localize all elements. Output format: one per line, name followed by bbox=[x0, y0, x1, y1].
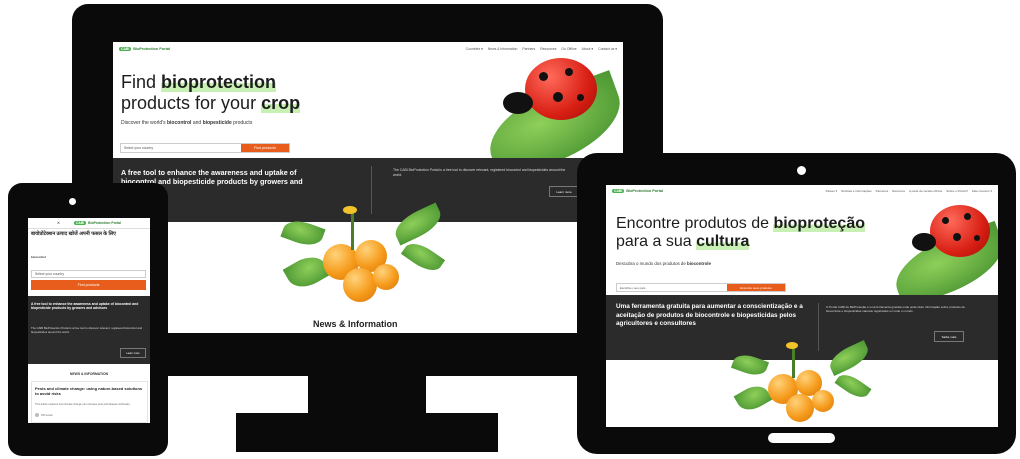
phone-navbar: ✕ CABI BioProtection Portal bbox=[28, 218, 150, 229]
desktop-tomato-plant-image bbox=[273, 202, 453, 317]
tablet-nav-about[interactable]: Sobre o Portal ▾ bbox=[946, 189, 968, 193]
desktop-band-text: The CABI BioProtection Portal is a free … bbox=[393, 168, 566, 177]
tablet-nav-countries[interactable]: Países ▾ bbox=[826, 189, 838, 193]
phone-find-products-button[interactable]: Find products bbox=[31, 280, 146, 290]
phone-learn-more-button[interactable]: Learn more bbox=[120, 348, 146, 358]
tablet-tomato-plant-image bbox=[728, 340, 878, 425]
phone-screen: ✕ CABI BioProtection Portal बायोप्रोटेक्… bbox=[28, 218, 150, 423]
tablet-navbar: CABI BioProtection Portal Países ▾ Notíci… bbox=[606, 185, 998, 197]
tablet-country-search: Escolha o seu país Encontre seus produto… bbox=[616, 283, 786, 292]
phone-band-title: A free tool to enhance the awareness and… bbox=[31, 302, 139, 311]
tablet-hero-title: Encontre produtos de bioproteção para a … bbox=[616, 215, 865, 251]
desktop-country-search: Select your country Find products bbox=[120, 143, 290, 153]
tablet-nav-partners[interactable]: Parceiros bbox=[876, 189, 889, 193]
desktop-ladybug-image bbox=[525, 58, 597, 120]
monitor-neck bbox=[308, 372, 426, 416]
tablet-band-title: Uma ferramenta gratuita para aumentar a … bbox=[616, 303, 803, 328]
phone-hero-subtitle: biocontrol bbox=[31, 255, 46, 259]
desktop-learn-more-button[interactable]: Learn more bbox=[549, 186, 579, 197]
monitor-stand bbox=[236, 413, 498, 452]
phone-news-text: This article explores how climate change… bbox=[35, 403, 131, 406]
phone-country-select[interactable]: Select your country bbox=[32, 271, 145, 277]
tablet-hero-subtitle: Descubra o mundo dos produtos de biocont… bbox=[616, 261, 711, 266]
tablet-nav-offline[interactable]: A parte de versão off-line bbox=[909, 189, 942, 193]
desktop-nav-partners[interactable]: Partners bbox=[522, 47, 535, 51]
desktop-ladybug-head bbox=[503, 92, 533, 114]
phone-country-search: Select your country bbox=[31, 270, 146, 278]
desktop-nav-news[interactable]: News & Information bbox=[488, 47, 518, 51]
phone-news-title[interactable]: Pests and climate change: using nature-b… bbox=[35, 386, 143, 396]
tablet-country-select[interactable]: Escolha o seu país bbox=[617, 284, 727, 291]
tablet-nav-resources[interactable]: Recursos bbox=[892, 189, 905, 193]
phone-feature-band: A free tool to enhance the awareness and… bbox=[28, 296, 150, 364]
desktop-find-products-button[interactable]: Find products bbox=[241, 144, 289, 152]
tablet-nav-news[interactable]: Notícias e informações bbox=[841, 189, 872, 193]
tablet-camera bbox=[797, 166, 806, 175]
tablet-screen: CABI BioProtection Portal Países ▾ Notíci… bbox=[606, 185, 998, 427]
desktop-nav-countries[interactable]: Countries ▾ bbox=[466, 47, 483, 51]
phone-logo-badge: CABI bbox=[73, 221, 87, 225]
desktop-country-select[interactable]: Select your country bbox=[121, 144, 241, 152]
tablet-find-products-button[interactable]: Encontre seus produtos bbox=[727, 284, 785, 291]
tablet-nav-contact[interactable]: Fale conosco ▾ bbox=[972, 189, 992, 193]
phone-close-icon[interactable]: ✕ bbox=[57, 221, 60, 225]
desktop-logo[interactable]: CABI BioProtection Portal bbox=[119, 47, 170, 51]
avatar bbox=[35, 413, 39, 417]
desktop-navbar: CABI BioProtection Portal Countries ▾ New… bbox=[113, 42, 623, 56]
desktop-hero-title: Find bioprotection products for your cro… bbox=[121, 72, 301, 113]
desktop-nav-offline[interactable]: Go Offline bbox=[561, 47, 576, 51]
desktop-nav-resources[interactable]: Resources bbox=[540, 47, 556, 51]
phone-band-text: The CABI BioProtection Portal is a free … bbox=[31, 326, 143, 334]
desktop-news-heading: News & Information bbox=[313, 319, 398, 329]
desktop-hero-subtitle: Discover the world's biocontrol and biop… bbox=[121, 120, 253, 126]
tablet-band-text: O Portal CABI de BioProteção é uma ferra… bbox=[826, 305, 965, 314]
desktop-nav-about[interactable]: About ▾ bbox=[582, 47, 594, 51]
phone-brand-name: BioProtection Portal bbox=[88, 221, 121, 225]
tablet-ladybug-head bbox=[912, 233, 936, 251]
desktop-screen: CABI BioProtection Portal Countries ▾ New… bbox=[113, 42, 623, 333]
desktop-nav-contact[interactable]: Contact us ▾ bbox=[598, 47, 617, 51]
tablet-home-button[interactable] bbox=[768, 433, 835, 443]
phone-news-card[interactable]: Pests and climate change: using nature-b… bbox=[31, 381, 148, 423]
phone-news-header: NEWS & INFORMATION bbox=[69, 372, 109, 376]
tablet-learn-more-button[interactable]: Saiba mais bbox=[934, 331, 964, 342]
tablet-ladybug-image bbox=[930, 205, 990, 257]
tablet-logo[interactable]: CABI BioProtection Portal bbox=[612, 189, 663, 193]
phone-camera bbox=[69, 198, 76, 205]
phone-news-author: Phil Lewis bbox=[35, 413, 53, 417]
phone-hero-title: बायोप्रोटेक्शन उत्पाद खोजें अपनी फसल के … bbox=[31, 231, 116, 237]
